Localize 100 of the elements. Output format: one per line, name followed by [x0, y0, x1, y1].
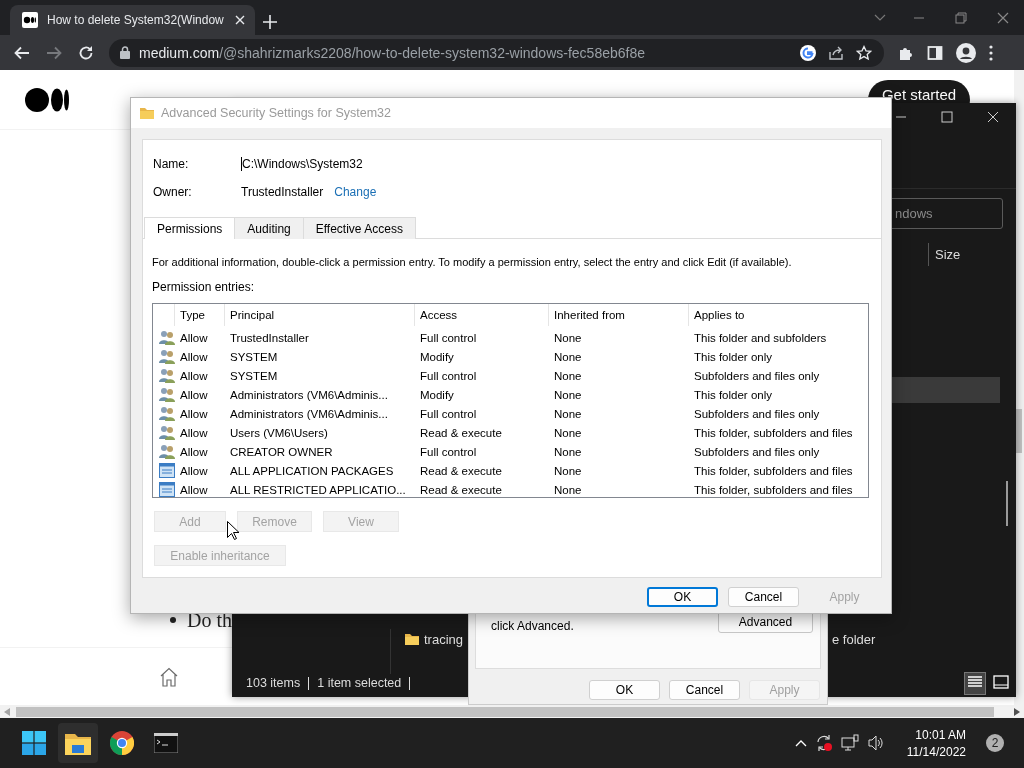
section-label: Permission entries: — [152, 280, 256, 294]
permission-row[interactable]: Allow TrustedInstaller Full control None This folder and subfolders — [153, 328, 868, 347]
cursor-icon — [227, 521, 239, 540]
column-header[interactable]: Size — [928, 243, 961, 266]
table-cell-text: ALL APPLICATION PACKAGES — [229, 464, 395, 477]
folder-icon[interactable] — [65, 731, 91, 755]
info-text: For additional information, double-click a permission entry. To modify a permission entry, select the entry and click Edit (if available). — [152, 256, 793, 268]
dialog-button[interactable]: Cancel — [669, 680, 740, 700]
table-cell-text: This folder, subfolders and files — [693, 464, 854, 477]
volume-icon[interactable] — [866, 734, 885, 752]
table-cell-text: None — [553, 350, 583, 363]
users-icon — [158, 387, 175, 402]
table-cell-text: This folder only — [693, 388, 773, 401]
table-cell-text: None — [553, 483, 583, 496]
table-cell-text: Allow — [179, 388, 209, 401]
windows-start-icon[interactable] — [22, 731, 46, 755]
maximize-icon[interactable] — [941, 111, 953, 123]
notification-badge[interactable]: 2 — [986, 734, 1004, 752]
table-cell-text: This folder only — [693, 350, 773, 363]
column-header[interactable]: Access — [415, 304, 549, 326]
table-cell-text: Read & execute — [419, 483, 503, 496]
users-icon — [158, 349, 175, 364]
star-icon[interactable] — [856, 44, 872, 61]
dialog-button[interactable]: OK — [589, 680, 660, 700]
menu-icon[interactable] — [989, 44, 993, 61]
restore-icon[interactable] — [955, 11, 967, 24]
terminal-icon[interactable] — [154, 733, 178, 753]
users-icon — [158, 368, 175, 383]
table-cell-text: Allow — [179, 331, 209, 344]
table-cell-text: ALL RESTRICTED APPLICATIO... — [229, 483, 407, 496]
sync-icon[interactable] — [814, 734, 833, 752]
right-arrow-icon — [1014, 707, 1020, 716]
permission-row[interactable]: Allow Administrators (VM6\Adminis... Modify None This folder only — [153, 385, 868, 404]
status-text: 1 item selected — [317, 676, 402, 690]
browser-tab[interactable]: How to delete System32(Window — [10, 5, 255, 35]
table-cell-text: None — [553, 445, 583, 458]
table-cell-text: Full control — [419, 331, 478, 344]
tab[interactable]: Effective Access — [302, 217, 416, 239]
permission-row[interactable]: Allow SYSTEM Modify None This folder only — [153, 347, 868, 366]
chrome-icon[interactable] — [110, 731, 134, 755]
medium-logo[interactable] — [25, 87, 69, 112]
column-header[interactable]: Principal — [225, 304, 415, 326]
sidebar-icon[interactable] — [927, 44, 943, 61]
horizontal-scrollbar[interactable] — [0, 705, 1024, 718]
table-cell-text: Subfolders and files only — [693, 407, 821, 420]
change-link[interactable]: Change — [334, 185, 377, 199]
google-icon[interactable] — [800, 44, 816, 61]
table-cell-text: Full control — [419, 407, 478, 420]
share-icon[interactable] — [828, 44, 844, 61]
plus-icon[interactable] — [263, 15, 277, 29]
folder-icon — [404, 631, 420, 647]
profile-icon[interactable] — [956, 42, 976, 63]
table-cell-text: Allow — [179, 350, 209, 363]
users-icon — [158, 444, 175, 459]
back-icon[interactable] — [14, 45, 30, 60]
dialog-button[interactable]: OK — [647, 587, 718, 607]
permission-row[interactable]: Allow ALL APPLICATION PACKAGES Read & execute None This folder, subfolders and files — [153, 461, 868, 480]
details-view-icon[interactable] — [966, 673, 984, 690]
close-icon[interactable] — [997, 11, 1009, 24]
clock[interactable]: 10:01 AM 11/14/2022 — [906, 727, 966, 759]
file-name[interactable]: tracing — [424, 631, 464, 647]
dialog-button[interactable]: Cancel — [728, 587, 799, 607]
network-icon[interactable] — [840, 734, 859, 752]
table-cell-text: None — [553, 369, 583, 382]
address-text: medium.com/@shahrizmarks2208/how-to-delete-system32-windows-fec58eb6f8e — [139, 44, 646, 61]
table-cell-text: Users (VM6\Users) — [229, 426, 329, 439]
forward-icon[interactable] — [46, 45, 62, 60]
close-icon[interactable] — [987, 111, 999, 123]
address-bar[interactable]: medium.com/@shahrizmarks2208/how-to-delete-system32-windows-fec58eb6f8e — [109, 38, 884, 67]
chevron-up-icon[interactable] — [794, 739, 807, 747]
permission-row[interactable]: Allow CREATOR OWNER Full control None Subfolders and files only — [153, 442, 868, 461]
field-label: Owner: — [152, 185, 193, 199]
permission-row[interactable]: Allow Administrators (VM6\Adminis... Full control None Subfolders and files only — [153, 404, 868, 423]
table-cell-text: CREATOR OWNER — [229, 445, 334, 458]
home-icon[interactable] — [160, 666, 178, 687]
permission-row[interactable]: Allow SYSTEM Full control None Subfolders and files only — [153, 366, 868, 385]
table-cell-text: This folder, subfolders and files — [693, 426, 854, 439]
tiles-view-icon[interactable] — [992, 673, 1010, 690]
permission-row[interactable]: Allow ALL RESTRICTED APPLICATIO... Read & execute None This folder, subfolders and files — [153, 480, 868, 499]
reload-icon[interactable] — [78, 44, 94, 61]
table-cell-text: Allow — [179, 407, 209, 420]
table-cell-text: Subfolders and files only — [693, 369, 821, 382]
permission-row[interactable]: Allow Users (VM6\Users) Read & execute None This folder, subfolders and files — [153, 423, 868, 442]
package-icon — [158, 482, 175, 497]
column-header[interactable]: Applies to — [689, 304, 868, 326]
table-cell-text: Allow — [179, 369, 209, 382]
table-cell-text: None — [553, 407, 583, 420]
column-header[interactable]: Type — [175, 304, 225, 326]
tab[interactable]: Permissions — [144, 217, 236, 239]
table-cell-text: Read & execute — [419, 426, 503, 439]
chevron-down-icon[interactable] — [874, 13, 886, 22]
tab[interactable]: Auditing — [234, 217, 304, 239]
hint-text: click Advanced. — [491, 619, 574, 633]
clock-time: 10:01 AM — [915, 727, 966, 742]
clock-date: 11/14/2022 — [906, 744, 966, 759]
column-header[interactable]: Inherited from — [549, 304, 689, 326]
table-cell-text: Allow — [179, 464, 209, 477]
status-text: 103 items — [246, 676, 301, 690]
table-cell-text: This folder and subfolders — [693, 331, 828, 344]
tab-title: How to delete System32(Window — [47, 13, 225, 27]
